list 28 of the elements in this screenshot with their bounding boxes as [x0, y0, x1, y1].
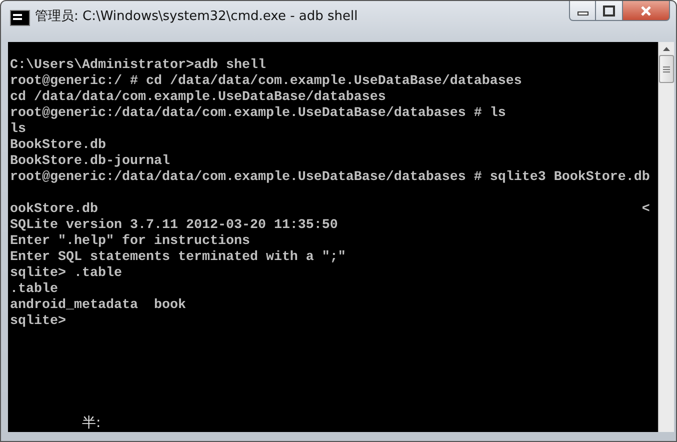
console-icon	[10, 10, 30, 26]
console-text: root@generic:/data/data/com.example.UseDataBase/databases # ls	[10, 106, 506, 122]
console-text: ls	[10, 122, 26, 138]
scrollbar[interactable]	[658, 42, 674, 432]
console-text: BookStore.db	[10, 138, 106, 154]
console-text: sqlite> .table	[10, 266, 122, 282]
maximize-button[interactable]	[596, 1, 623, 21]
scroll-up-icon	[662, 45, 671, 53]
console-text: SQLite version 3.7.11 2012-03-20 11:35:50	[10, 218, 338, 234]
console-text: root@generic:/ # cd /data/data/com.example.UseDataBase/databases	[10, 74, 522, 90]
console-text: BookStore.db-journal	[10, 154, 170, 170]
console-text: sqlite>	[10, 314, 66, 330]
close-button[interactable]	[623, 1, 670, 21]
scroll-thumb[interactable]	[658, 55, 674, 83]
window-title: 管理员: C:\Windows\system32\cmd.exe - adb shell	[35, 8, 358, 26]
minimize-button[interactable]	[569, 1, 596, 21]
console-text: Enter ".help" for instructions	[10, 234, 250, 250]
console-text: android_metadata book	[10, 298, 186, 314]
close-icon	[639, 4, 653, 16]
console-text: root@generic:/data/data/com.example.UseDataBase/databases # sqlite3 BookStore.db	[10, 170, 650, 186]
console-text: Enter SQL statements terminated with a ";"	[10, 250, 346, 266]
console-text: cd /data/data/com.example.UseDataBase/databases	[10, 90, 386, 106]
console-text: ookStore.db	[10, 202, 98, 218]
console-text: .table	[10, 282, 58, 298]
ime-status: 半:	[81, 414, 102, 432]
maximize-icon	[602, 4, 616, 16]
console-mark: <	[642, 202, 650, 218]
console-text: C:\Users\Administrator>adb shell	[10, 58, 266, 74]
